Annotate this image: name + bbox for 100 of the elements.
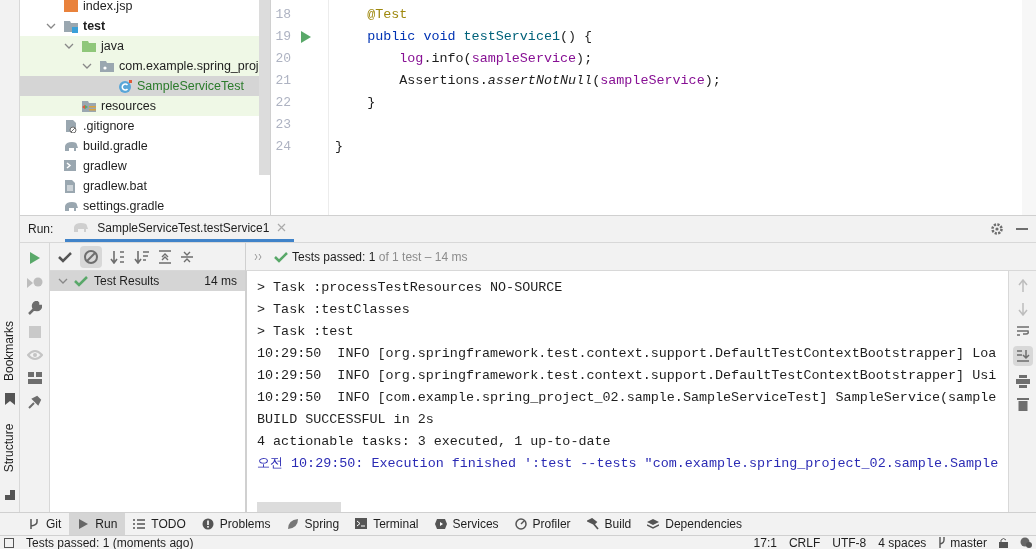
- lock-icon: [999, 537, 1008, 548]
- tool-window-button[interactable]: Problems: [193, 513, 279, 535]
- line-number: 24: [274, 138, 291, 157]
- panel-toggle-icon: [4, 537, 14, 548]
- side-tab[interactable]: Structure: [0, 423, 19, 472]
- test-summary: Tests passed: 1 of 1 test – 14 ms: [292, 248, 468, 266]
- status-item[interactable]: UTF-8: [832, 535, 867, 549]
- print-icon[interactable]: [1015, 375, 1030, 388]
- package-icon: [100, 59, 114, 73]
- tool-window-button[interactable]: Profiler: [506, 513, 579, 535]
- structure-icon: [4, 490, 15, 500]
- duration: 14 ms: [204, 273, 237, 290]
- line-number: 22: [274, 94, 291, 113]
- code-line: log.info(sampleService);: [398, 50, 594, 68]
- side-tab[interactable]: Bookmarks: [0, 320, 19, 381]
- console-line: 10:29:50 INFO [org.springframework.test.context.support.DefaultTestContextBootstrapper] Usi: [257, 367, 998, 385]
- status-message: Tests passed: 1 (moments ago): [26, 535, 195, 549]
- resources-folder-icon: [82, 99, 96, 113]
- console-line: > Task :test: [257, 323, 355, 341]
- tool-window-button[interactable]: Git: [20, 513, 70, 535]
- tree-item[interactable]: java: [101, 36, 124, 56]
- sort-alpha-icon[interactable]: [110, 249, 126, 264]
- run-gutter-icon[interactable]: [301, 31, 311, 43]
- branch-icon: [938, 537, 947, 548]
- leaf-icon: [286, 518, 299, 530]
- code-line: Assertions.assertNotNull(sampleService);: [398, 72, 722, 90]
- tool-window-button[interactable]: Build: [578, 513, 640, 535]
- expand-all-icon[interactable]: [158, 249, 172, 264]
- branch-name[interactable]: master: [950, 535, 987, 549]
- check-icon[interactable]: [58, 250, 72, 263]
- console-line: 10:29:50 INFO [org.springframework.test.context.support.DefaultTestContextBootstrapper] Loa: [257, 345, 998, 363]
- layout-icon[interactable]: [27, 372, 42, 384]
- alert-icon: [201, 518, 214, 530]
- code-line: @Test: [366, 6, 409, 24]
- line-number: 23: [274, 116, 291, 135]
- status-item[interactable]: 17:1: [753, 535, 777, 549]
- console-line: 오전 10:29:50: Execution finished ':test --tests "com.example.spring_project_02.sample.Sample: [257, 455, 1000, 473]
- check-icon: [74, 275, 88, 287]
- tree-item[interactable]: gradlew: [83, 156, 127, 176]
- sort-duration-icon[interactable]: [134, 249, 150, 264]
- line-number: 21: [274, 72, 291, 91]
- elephant-icon: [64, 139, 78, 153]
- play-icon: [77, 518, 90, 530]
- panel-title: Run:: [28, 221, 54, 238]
- console-line: BUILD SUCCESSFUL in 2s: [257, 411, 435, 429]
- code-line: }: [335, 138, 345, 156]
- status-item[interactable]: 4 spaces: [878, 535, 927, 549]
- line-number: 19: [274, 28, 291, 47]
- services-icon: [434, 518, 447, 530]
- folder-icon: [64, 19, 78, 33]
- branch-icon: [28, 518, 40, 530]
- text-file-icon: [64, 179, 78, 193]
- run-tab[interactable]: SampleServiceTest.testService1: [65, 216, 295, 242]
- hammer-icon: [586, 518, 599, 530]
- trash-icon[interactable]: [1016, 397, 1029, 411]
- code-line: public void testService1() {: [366, 28, 594, 46]
- tool-window-button[interactable]: Spring: [278, 513, 348, 535]
- tab-label: SampleServiceTest.testService1: [97, 219, 270, 237]
- scrollbar[interactable]: [258, 0, 270, 175]
- wrench-icon[interactable]: [27, 301, 42, 315]
- tool-window-button[interactable]: Terminal: [347, 513, 427, 535]
- close-icon: [277, 223, 287, 232]
- check-icon: [274, 250, 288, 263]
- more-icon: [254, 252, 262, 261]
- pin-icon[interactable]: [27, 395, 42, 409]
- tool-window-button[interactable]: Run: [69, 513, 126, 535]
- status-item[interactable]: CRLF: [788, 535, 821, 549]
- results-row[interactable]: Test Results 14 ms: [50, 271, 245, 291]
- console-line: > Task :processTestResources NO-SOURCE: [257, 279, 564, 297]
- soft-wrap-icon[interactable]: [1015, 325, 1030, 337]
- line-number: 20: [274, 50, 291, 69]
- run-icon[interactable]: [28, 251, 41, 265]
- tree-item[interactable]: settings.gradle: [83, 196, 165, 215]
- elephant-icon: [64, 199, 78, 213]
- scroll-to-end-icon[interactable]: [1012, 346, 1033, 366]
- ignore-file-icon: [64, 119, 78, 133]
- tool-window-button[interactable]: Services: [426, 513, 507, 535]
- bookmark-icon: [4, 393, 15, 405]
- tree-item[interactable]: index.jsp: [83, 0, 133, 16]
- ignored-filter-icon[interactable]: [80, 245, 102, 268]
- scrollbar[interactable]: [257, 502, 341, 512]
- tree-item[interactable]: test: [83, 16, 106, 36]
- tree-item[interactable]: .gitignore: [83, 116, 135, 136]
- line-number: 18: [274, 6, 291, 25]
- tree-item[interactable]: build.gradle: [83, 136, 148, 156]
- result-label: Test Results: [94, 273, 161, 290]
- class-icon: [118, 79, 132, 93]
- jsp-file-icon: [64, 0, 78, 13]
- console-line: 4 actionable tasks: 3 executed, 1 up-to-date: [257, 433, 612, 451]
- gauge-icon: [514, 518, 527, 530]
- tool-window-button[interactable]: Dependencies: [639, 513, 750, 535]
- script-file-icon: [64, 159, 78, 173]
- layers-icon: [647, 518, 660, 530]
- console-line: 10:29:50 INFO [com.example.spring_project_02.sample.SampleServiceTest] SampleService(sample: [257, 389, 998, 407]
- list-icon: [133, 518, 146, 530]
- tree-item[interactable]: gradlew.bat: [83, 176, 147, 196]
- terminal-icon: [355, 518, 368, 530]
- tool-window-button[interactable]: TODO: [125, 513, 194, 535]
- settings-icon[interactable]: [990, 222, 1004, 236]
- collapse-all-icon[interactable]: [180, 249, 194, 264]
